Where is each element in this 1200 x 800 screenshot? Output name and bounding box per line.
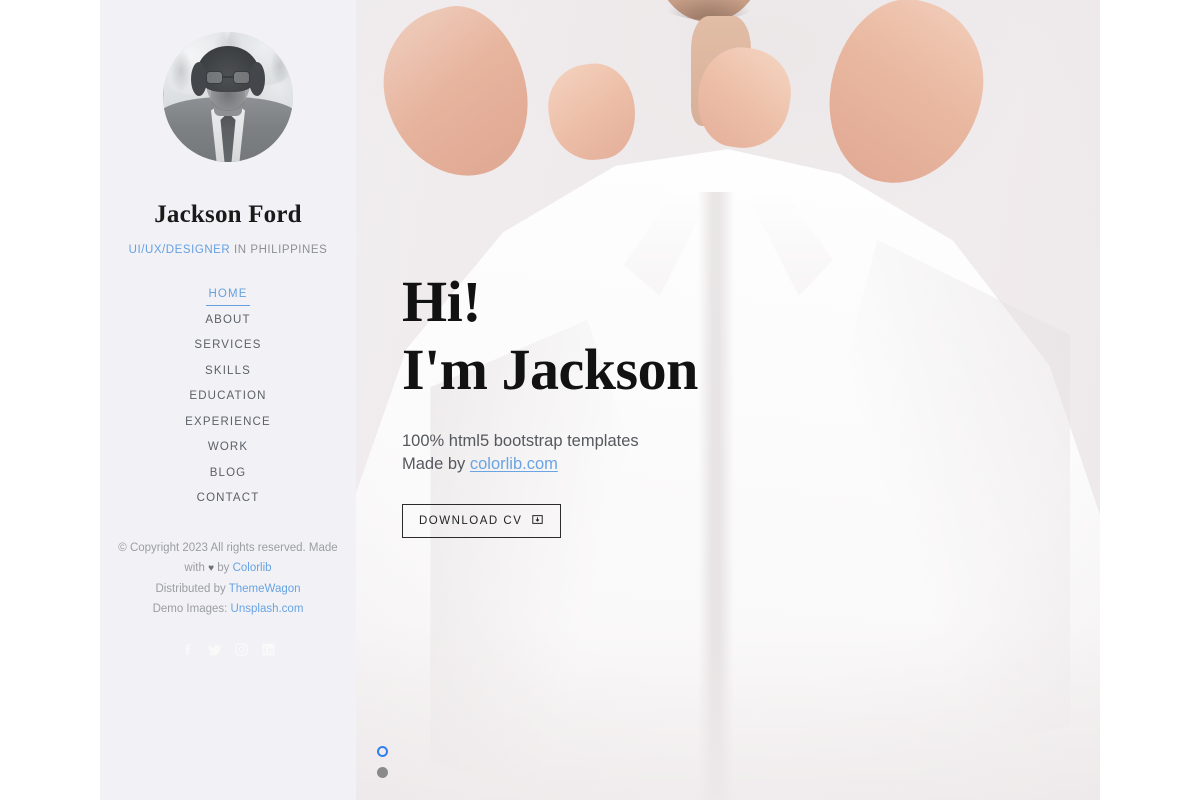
sidebar-item-contact[interactable]: CONTACT [195, 486, 262, 512]
sidebar-item-about[interactable]: ABOUT [203, 308, 252, 334]
slider-dot-1[interactable] [377, 746, 388, 757]
hero-section: Hi! I'm Jackson 100% html5 bootstrap tem… [356, 0, 1100, 800]
slider-dot-2[interactable] [377, 767, 388, 778]
linkedin-icon[interactable] [260, 641, 277, 658]
sidebar-item-work[interactable]: WORK [206, 435, 250, 461]
footer-link-themewagon[interactable]: ThemeWagon [229, 583, 301, 595]
sidebar-item-services[interactable]: SERVICES [192, 333, 263, 359]
download-cv-button[interactable]: DOWNLOAD CV [402, 504, 562, 538]
sidebar-item-skills[interactable]: SKILLS [203, 359, 253, 385]
sidebar-item-experience[interactable]: EXPERIENCE [183, 410, 273, 436]
slider-dots [377, 746, 388, 778]
facebook-icon[interactable] [179, 641, 196, 658]
profile-name: Jackson Ford [154, 201, 302, 228]
twitter-icon[interactable] [206, 641, 223, 658]
sidebar-item-education[interactable]: EDUCATION [187, 384, 268, 410]
profile-role-accent: UI/UX/DESIGNER [128, 244, 231, 256]
page-root: Jackson Ford UI/UX/DESIGNER IN PHILIPPIN… [0, 0, 1200, 800]
hero-subtitle: 100% html5 bootstrap templates Made by c… [402, 430, 682, 476]
instagram-icon[interactable] [233, 641, 250, 658]
footer-demo-images: Demo Images: Unsplash.com [116, 599, 340, 619]
social-links [179, 641, 277, 658]
profile-role-location: IN PHILIPPINES [230, 244, 328, 256]
footer-copyright: © Copyright 2023 All rights reserved. Ma… [116, 538, 340, 579]
avatar-beard [211, 89, 245, 112]
hero-subtitle-link[interactable]: colorlib.com [470, 455, 558, 473]
download-cv-label: DOWNLOAD CV [419, 515, 523, 527]
avatar-hair [191, 46, 265, 97]
sidebar-item-blog[interactable]: BLOG [208, 461, 249, 487]
footer-link-colorlib[interactable]: Colorlib [233, 562, 272, 574]
hero-title-line-2: I'm Jackson [402, 337, 698, 402]
sidebar-footer: © Copyright 2023 All rights reserved. Ma… [116, 538, 340, 619]
footer-distributed: Distributed by ThemeWagon [116, 579, 340, 599]
sidebar-nav: HOME ABOUT SERVICES SKILLS EDUCATION EXP… [100, 282, 356, 512]
footer-by-text: by [214, 561, 233, 574]
footer-demo-prefix: Demo Images: [152, 602, 231, 615]
footer-distributed-prefix: Distributed by [155, 582, 229, 595]
footer-link-unsplash[interactable]: Unsplash.com [231, 603, 304, 615]
sidebar: Jackson Ford UI/UX/DESIGNER IN PHILIPPIN… [100, 0, 356, 800]
avatar [163, 32, 293, 162]
page-title: Hi! I'm Jackson [402, 268, 832, 404]
hero-title-line-1: Hi! [402, 269, 482, 334]
avatar-glasses [206, 71, 250, 84]
sidebar-item-home[interactable]: HOME [206, 282, 250, 308]
profile-role: UI/UX/DESIGNER IN PHILIPPINES [129, 244, 328, 256]
download-save-icon [531, 513, 544, 529]
hero-content: Hi! I'm Jackson 100% html5 bootstrap tem… [402, 268, 832, 538]
